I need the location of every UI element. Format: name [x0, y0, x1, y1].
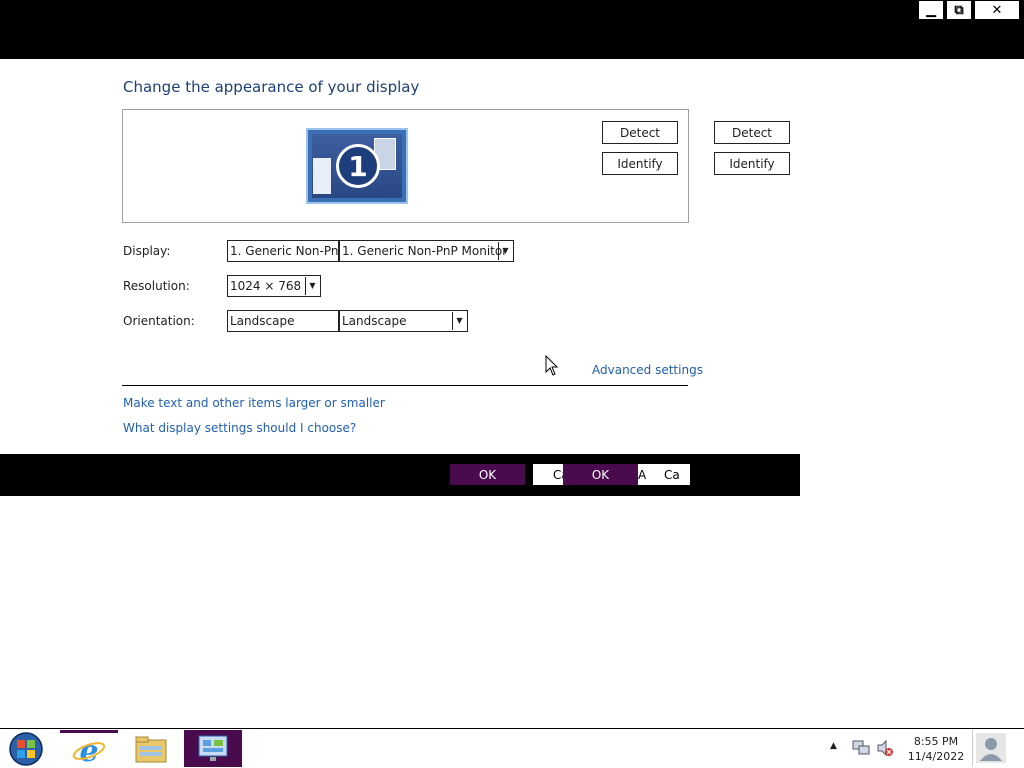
ok-button-duplicate[interactable]: OK: [563, 464, 638, 485]
window-title-bar: ▁ ⧉ ✕: [0, 0, 1024, 59]
close-button[interactable]: ✕: [974, 0, 1020, 20]
chevron-down-icon[interactable]: ▼: [498, 242, 512, 260]
taskbar-internet-explorer[interactable]: e: [60, 730, 118, 767]
user-icon: [976, 733, 1006, 763]
display-help-link[interactable]: What display settings should I choose?: [123, 421, 356, 435]
volume-muted-icon[interactable]: [876, 739, 894, 757]
divider: [122, 385, 688, 386]
svg-text:e: e: [79, 734, 98, 766]
clock-time: 8:55 PM: [913, 735, 959, 748]
resolution-select[interactable]: 1024 × 768 ▼: [227, 275, 321, 297]
orientation-label: Orientation:: [123, 314, 195, 328]
detect-button[interactable]: Detect: [602, 121, 678, 144]
identify-button[interactable]: Identify: [602, 152, 678, 175]
taskbar: e ▲ 8:55 PM 11/4/2022: [0, 728, 1024, 768]
orientation-select-a[interactable]: Landscape: [227, 310, 339, 332]
text-size-link[interactable]: Make text and other items larger or smal…: [123, 396, 385, 410]
control-panel-icon: [198, 735, 228, 761]
display-value: 1. Generic Non-PnP: [230, 244, 339, 258]
chevron-down-icon[interactable]: ▼: [305, 277, 319, 295]
display-select-a[interactable]: 1. Generic Non-PnP: [227, 240, 339, 262]
resolution-value: 1024 × 768: [230, 279, 302, 293]
orientation-value: Landscape: [342, 314, 407, 328]
monitor-number: 1: [336, 144, 380, 188]
taskbar-file-explorer[interactable]: [122, 730, 180, 767]
network-icon[interactable]: [852, 739, 870, 757]
show-desktop-button[interactable]: [972, 729, 1023, 767]
ok-button[interactable]: OK: [450, 464, 525, 485]
mouse-cursor-icon: [545, 355, 559, 376]
orientation-value: Landscape: [230, 314, 295, 328]
display-select-b[interactable]: 1. Generic Non-PnP Monitor ▼: [339, 240, 514, 262]
taskbar-clock[interactable]: 8:55 PM 11/4/2022: [902, 734, 970, 764]
internet-explorer-icon: e: [72, 734, 106, 766]
taskbar-control-panel[interactable]: [184, 730, 242, 767]
cancel-button-duplicate[interactable]: Ca: [646, 464, 690, 485]
orientation-select-b[interactable]: Landscape ▼: [339, 310, 468, 332]
minimize-button[interactable]: ▁: [918, 0, 944, 20]
display-label: Display:: [123, 244, 171, 258]
resolution-label: Resolution:: [123, 279, 190, 293]
monitor-icon[interactable]: 1: [306, 128, 408, 204]
chevron-down-icon[interactable]: ▼: [452, 312, 466, 330]
cancel-button-fragment[interactable]: Ca: [533, 464, 563, 485]
page-title: Change the appearance of your display: [123, 78, 420, 96]
folder-icon: [135, 736, 167, 762]
minimize-icon: ▁: [926, 2, 936, 18]
restore-button[interactable]: ⧉: [946, 0, 972, 20]
start-button-icon[interactable]: [6, 731, 46, 767]
identify-button-duplicate[interactable]: Identify: [714, 152, 790, 175]
display-value: 1. Generic Non-PnP Monitor: [342, 244, 508, 258]
dialog-button-bar: OK Ca OK A Ca: [0, 454, 800, 496]
apply-button-fragment[interactable]: A: [638, 464, 646, 485]
close-icon: ✕: [991, 2, 1003, 18]
advanced-settings-link[interactable]: Advanced settings: [592, 363, 703, 377]
show-hidden-icons-chevron-icon[interactable]: ▲: [830, 741, 837, 751]
restore-icon: ⧉: [954, 2, 964, 18]
detect-button-duplicate[interactable]: Detect: [714, 121, 790, 144]
clock-date: 11/4/2022: [907, 750, 965, 763]
